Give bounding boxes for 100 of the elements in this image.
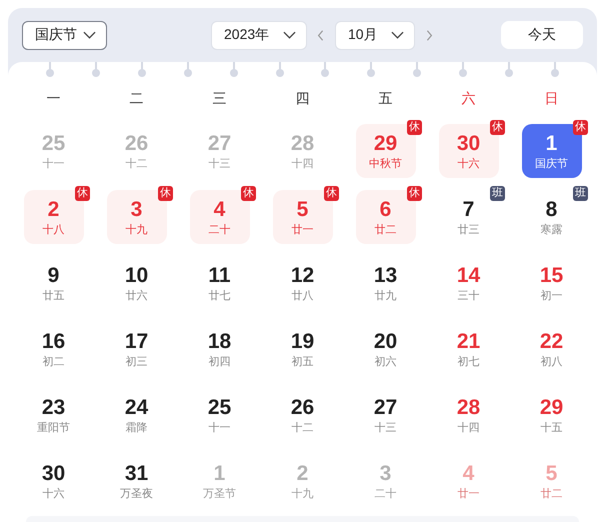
day-cell[interactable]: 26 十二 [286,388,318,442]
day-cell[interactable]: 17 初三 [120,322,152,376]
day-number: 7 [462,198,474,222]
chevron-down-icon [283,31,296,39]
weekday-label: 四 [294,89,310,108]
day-cell[interactable]: 23 重阳节 [33,388,74,442]
lunar-date: 廿六 [125,288,148,302]
binding-ring [230,62,238,78]
day-badge: 休 [241,186,256,201]
lunar-date: 十五 [540,420,562,434]
day-cell[interactable]: 10 廿六 [120,256,152,310]
day-number: 16 [42,330,66,354]
lunar-date: 廿一 [458,486,480,500]
day-badge: 休 [407,120,422,135]
binding-ring [321,62,330,78]
binding-ring [276,62,284,78]
day-number: 28 [290,132,314,156]
day-number: 11 [208,264,231,288]
lunar-date: 十一 [208,420,230,434]
weekday-label: 日 [544,89,560,108]
previous-month-icon[interactable] [317,28,325,42]
day-cell[interactable]: 16 初二 [38,322,70,376]
day-number: 2 [48,198,60,222]
lunar-date: 廿九 [374,288,396,302]
lunar-date: 三十 [457,288,480,302]
day-cell[interactable]: 28 十四 [452,388,484,442]
day-cell[interactable]: 24 霜降 [120,388,152,442]
day-badge: 班 [573,186,588,201]
day-cell[interactable]: 30 十六 [38,454,70,508]
weekday-label: 三 [212,89,228,108]
day-number: 5 [546,462,558,486]
day-cell[interactable]: 11 廿七 [204,256,235,310]
day-cell[interactable]: 20 初六 [370,322,402,376]
binding-ring [367,62,376,78]
chevron-down-icon [83,31,96,39]
day-number: 3 [380,462,392,486]
lunar-date: 廿八 [291,288,314,302]
day-number: 26 [290,396,314,420]
month-dropdown[interactable]: 10月 [335,20,415,50]
day-number: 1 [214,462,226,486]
lunar-date: 十九 [292,486,314,500]
day-number: 29 [374,132,398,156]
lunar-date: 十一 [42,156,64,170]
day-cell[interactable]: 27 十三 [370,388,402,442]
weekday-label: 二 [128,89,144,108]
lunar-date: 万圣节 [203,486,236,500]
day-number: 5 [296,198,308,222]
day-cell[interactable]: 21 初七 [452,322,484,376]
day-number: 21 [456,330,480,354]
chevron-down-icon [391,31,404,39]
lunar-date: 廿七 [208,288,230,302]
lunar-date: 二十 [374,486,396,500]
day-cell[interactable]: 29 十五 [536,388,568,442]
day-number: 17 [124,330,148,354]
today-button[interactable]: 今天 [501,21,583,49]
day-cell[interactable]: 25 十一 [204,388,236,442]
day-cell[interactable]: 22 初八 [536,322,568,376]
day-number: 9 [48,264,60,288]
day-cell[interactable]: 12 廿八 [286,256,318,310]
day-number: 18 [208,330,232,354]
day-number: 3 [130,198,142,222]
lunar-date: 霜降 [125,420,148,434]
holiday-dropdown[interactable]: 国庆节 [22,20,107,50]
lunar-date: 廿二 [540,486,562,500]
day-number: 20 [374,330,398,354]
next-month-icon[interactable] [425,28,433,42]
lunar-date: 初八 [540,354,562,368]
lunar-date: 十六 [458,156,480,170]
day-cell[interactable]: 13 廿九 [370,256,402,310]
lunar-date: 初六 [374,354,396,368]
day-number: 4 [462,462,474,486]
day-number: 28 [456,396,480,420]
lunar-date: 廿二 [374,222,396,236]
day-number: 1 [546,132,558,156]
lunar-date: 廿五 [42,288,64,302]
day-number: 30 [456,132,480,156]
day-cell[interactable]: 8 寒露 [536,190,566,244]
day-badge: 休 [158,186,173,201]
day-cell[interactable]: 7 廿三 [454,190,484,244]
lunar-date: 初五 [291,354,314,368]
day-number: 22 [540,330,564,354]
year-dropdown[interactable]: 2023年 [211,20,307,50]
lunar-date: 国庆节 [535,156,568,170]
day-badge: 休 [407,186,422,201]
lunar-date: 初一 [540,288,562,302]
day-cell[interactable]: 9 廿五 [38,256,68,310]
day-number: 27 [208,132,232,156]
day-cell[interactable]: 15 初一 [536,256,568,310]
binding-ring [413,62,422,78]
day-number: 25 [42,132,66,156]
day-cell[interactable]: 19 初五 [286,322,318,376]
day-cell[interactable]: 18 初四 [204,322,236,376]
binding-ring [550,62,559,78]
day-cell[interactable]: 14 三十 [452,256,484,310]
binding-ring [505,62,514,78]
weekday-label: 六 [460,89,476,108]
day-number: 4 [214,198,226,222]
day-cell[interactable]: 31 万圣夜 [116,454,157,508]
day-badge: 休 [324,186,339,201]
day-number: 27 [374,396,398,420]
